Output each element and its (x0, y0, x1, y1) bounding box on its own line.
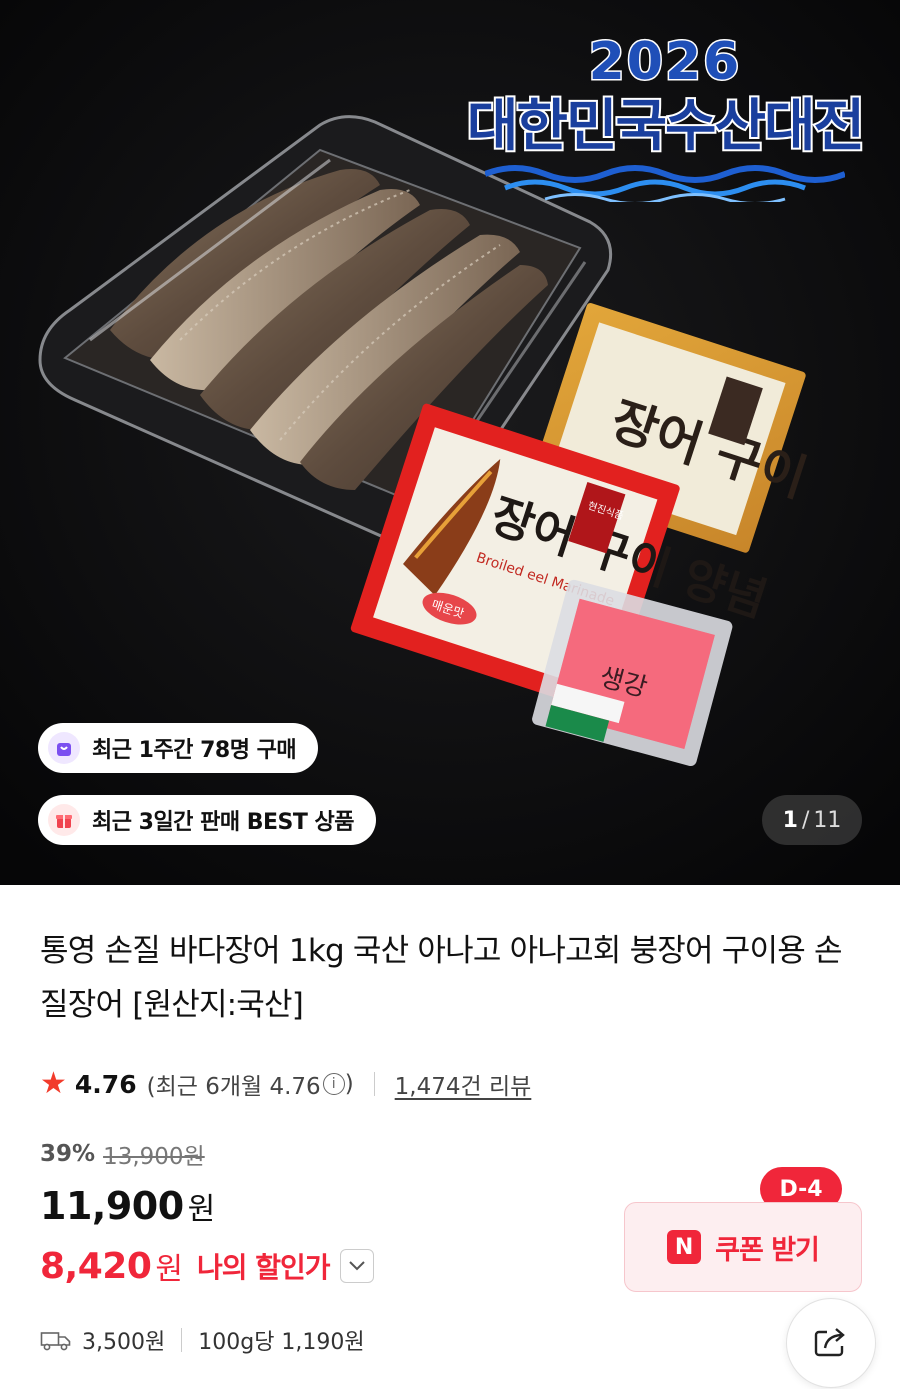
best-seller-badge: 최근 3일간 판매 BEST 상품 (38, 795, 377, 845)
rating-divider (373, 1072, 375, 1096)
n-logo-icon: N (667, 1230, 702, 1264)
recent-purchase-text: 최근 1주간 78명 구매 (92, 738, 297, 763)
image-counter-current: 1 (782, 807, 798, 833)
sale-price-currency: 원 (187, 1192, 216, 1227)
event-logo: 2026 대한민국수산대전 (450, 20, 880, 220)
discount-row: 39% 13,900원 (40, 1137, 205, 1171)
product-image-carousel[interactable]: 장어 구이 장어 구이 양념 현진식품 Broiled eel Marinade… (0, 0, 900, 885)
coupon-button[interactable]: N 쿠폰 받기 (624, 1202, 862, 1292)
recent-purchase-badge: 최근 1주간 78명 구매 (38, 723, 319, 773)
chevron-down-icon[interactable] (339, 1249, 374, 1283)
rating-score: 4.76 (74, 1069, 137, 1099)
shopping-bag-icon (48, 732, 80, 764)
wave-decoration-icon (485, 165, 845, 202)
review-count-link[interactable]: 1,474건 리뷰 (395, 1067, 532, 1101)
image-counter-separator: / (801, 807, 810, 833)
original-price: 13,900원 (103, 1144, 205, 1170)
unit-price: 100g당 1,190원 (198, 1330, 365, 1355)
image-counter: 1 / 11 (762, 795, 862, 845)
product-title: 통영 손질 바다장어 1kg 국산 아나고 아나고회 붕장어 구이용 손질장어 … (40, 933, 843, 1023)
shipping-fee: 3,500원 (82, 1330, 166, 1355)
star-icon: ★ (40, 1066, 67, 1101)
sale-price: 11,900 원 (40, 1184, 215, 1228)
share-button[interactable] (786, 1298, 876, 1388)
rating-row: ★ 4.76 (최근 6개월 4.76 i ) 1,474건 리뷰 (40, 1064, 531, 1104)
share-icon (813, 1324, 849, 1362)
rating-recent: (최근 6개월 4.76 (146, 1074, 321, 1100)
discount-percent: 39% (40, 1141, 96, 1167)
shipping-row: 3,500원 100g당 1,190원 (40, 1322, 365, 1358)
coupon-label: 쿠폰 받기 (715, 1234, 820, 1266)
my-price-value: 8,420 (40, 1245, 152, 1287)
event-logo-title: 대한민국수산대전 (465, 92, 867, 161)
my-discount-price[interactable]: 8,420 원 나의 할인가 (40, 1244, 374, 1288)
info-icon[interactable]: i (322, 1073, 345, 1095)
my-price-label: 나의 할인가 (196, 1251, 331, 1284)
event-logo-year: 2026 (587, 31, 742, 94)
shipping-divider (181, 1328, 183, 1352)
truck-icon (40, 1329, 72, 1351)
best-seller-text: 최근 3일간 판매 BEST 상품 (92, 810, 355, 835)
my-price-currency: 원 (155, 1252, 183, 1287)
sale-price-value: 11,900 (40, 1184, 184, 1228)
image-counter-total: 11 (813, 807, 842, 833)
rating-recent-close: ) (344, 1071, 354, 1097)
gift-box-icon (48, 804, 80, 836)
